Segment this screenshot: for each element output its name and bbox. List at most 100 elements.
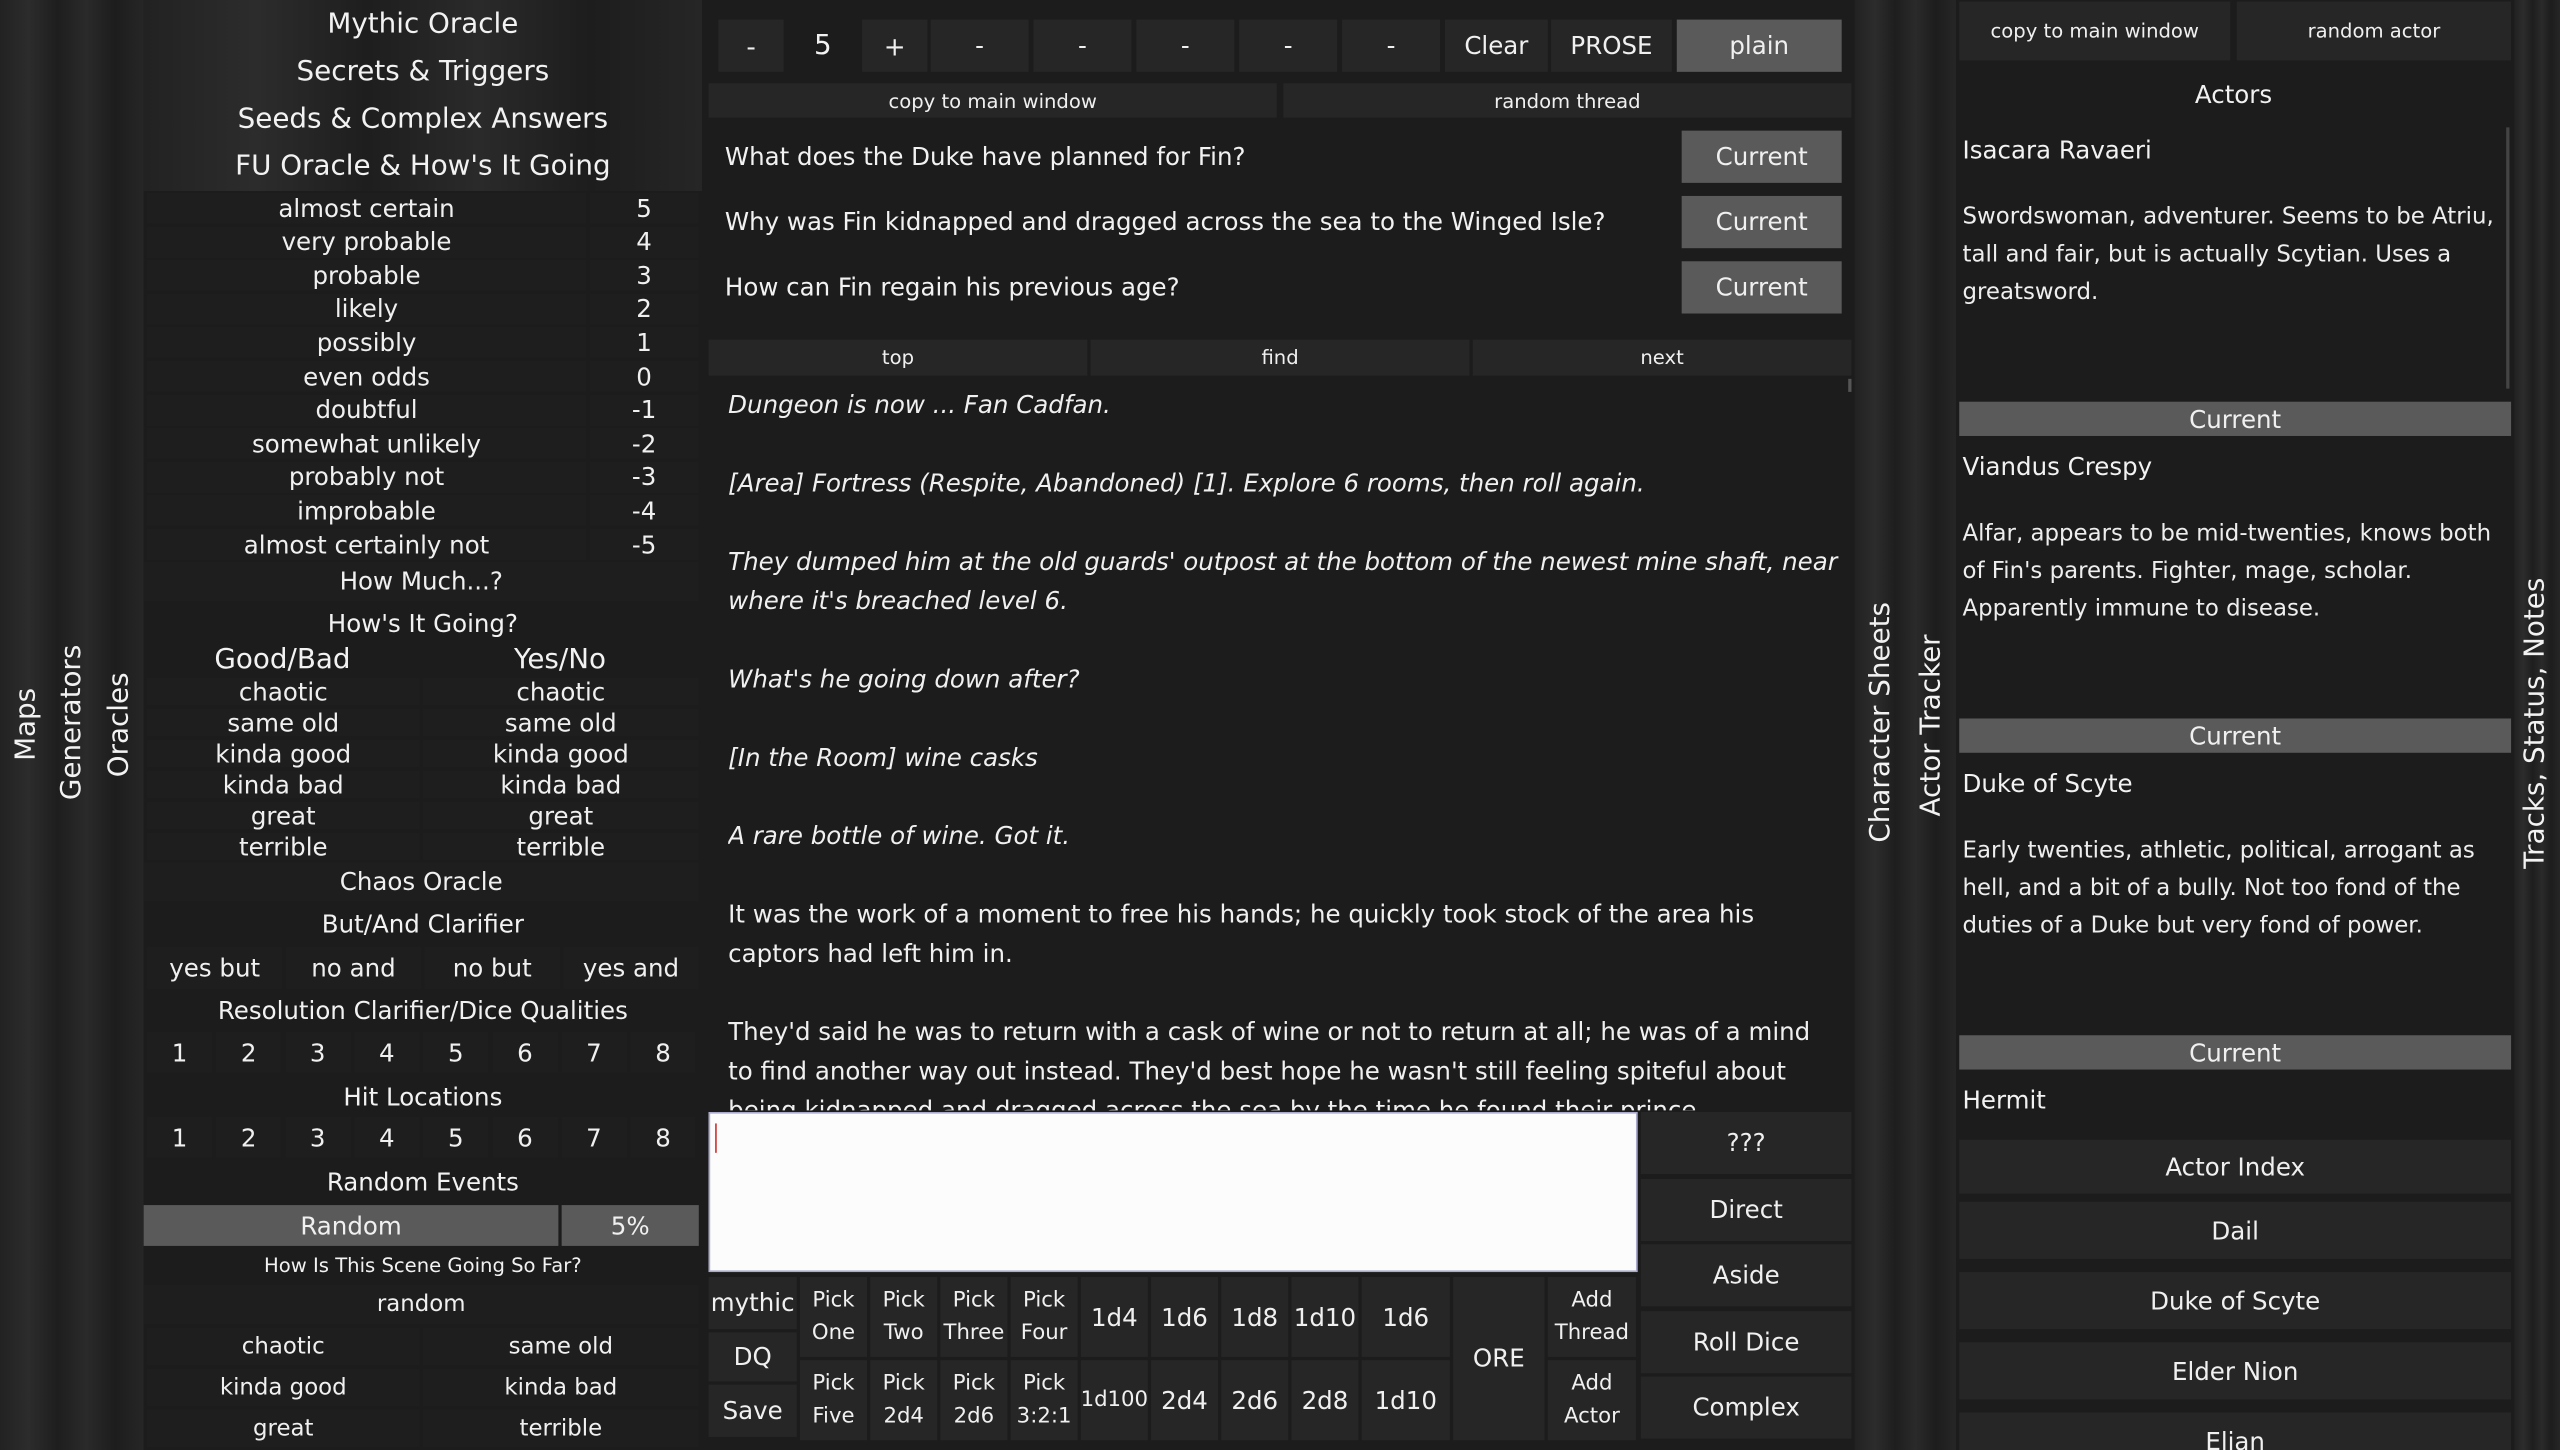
odds-label[interactable]: probable <box>146 259 587 291</box>
dice-1d8-button[interactable]: 1d8 <box>1221 1276 1289 1357</box>
clear-button[interactable]: Clear <box>1444 19 1548 72</box>
odds-label[interactable]: almost certainly not <box>146 529 587 561</box>
hit-location-number[interactable]: 8 <box>630 1116 696 1158</box>
menu-secrets-triggers[interactable]: Secrets & Triggers <box>144 51 702 93</box>
dice-1d10-button[interactable]: 1d10 <box>1291 1276 1359 1357</box>
good-bad-option[interactable]: same old <box>146 708 420 737</box>
yes-no-option[interactable]: kinda good <box>422 739 699 768</box>
scene-option[interactable]: great <box>146 1409 420 1447</box>
dice-1d10-button[interactable]: 1d10 <box>1361 1360 1450 1441</box>
odds-label[interactable]: very probable <box>146 226 587 258</box>
dice-2d6-button[interactable]: 2d6 <box>1221 1360 1289 1441</box>
aside-button[interactable]: Aside <box>1640 1244 1852 1307</box>
yes-no-option[interactable]: kinda bad <box>422 770 699 799</box>
yes-no-option[interactable]: same old <box>422 708 699 737</box>
plain-button[interactable]: plain <box>1676 19 1842 72</box>
story-log[interactable]: Dungeon is now ... Fan Cadfan. [Area] For… <box>728 385 1838 1110</box>
ore-button[interactable]: ORE <box>1453 1276 1545 1441</box>
find-button[interactable]: find <box>1090 339 1470 376</box>
tab-tracks-status-notes[interactable]: Tracks, Status, Notes <box>2519 578 2552 869</box>
pick-one-button[interactable]: Pick One <box>800 1276 867 1357</box>
dash-button-1[interactable]: - <box>930 19 1029 72</box>
tab-maps[interactable]: Maps <box>10 688 43 761</box>
dice-2d4-button[interactable]: 2d4 <box>1151 1360 1218 1441</box>
actor-index-button[interactable]: Actor Index <box>1959 1139 2512 1194</box>
but-and-option[interactable]: yes but <box>146 947 283 990</box>
dash-button-3[interactable]: - <box>1136 19 1235 72</box>
hit-location-number[interactable]: 6 <box>492 1116 558 1158</box>
hit-location-number[interactable]: 3 <box>285 1116 351 1158</box>
actor-index-item[interactable]: Dail <box>1959 1201 2512 1259</box>
resolution-number[interactable]: 2 <box>216 1031 282 1073</box>
resolution-number[interactable]: 1 <box>146 1031 213 1073</box>
actor-index-item[interactable]: Elian <box>1959 1412 2512 1450</box>
good-bad-option[interactable]: kinda bad <box>146 770 420 799</box>
scene-option[interactable]: same old <box>422 1327 699 1366</box>
hit-location-number[interactable]: 2 <box>216 1116 282 1158</box>
hit-location-number[interactable]: 1 <box>146 1116 213 1158</box>
actor-current-button[interactable]: Current <box>1959 401 2512 436</box>
yes-no-option[interactable]: terrible <box>422 832 699 861</box>
tab-generators[interactable]: Generators <box>56 645 89 800</box>
chaos-oracle-button[interactable]: Chaos Oracle <box>143 862 699 902</box>
copy-thread-button[interactable]: copy to main window <box>708 83 1277 118</box>
random-thread-button[interactable]: random thread <box>1283 83 1852 118</box>
prose-button[interactable]: PROSE <box>1551 19 1672 72</box>
menu-fu-oracle[interactable]: FU Oracle & How's It Going <box>144 145 702 187</box>
direct-button[interactable]: Direct <box>1640 1178 1852 1241</box>
actor-current-button[interactable]: Current <box>1959 718 2512 753</box>
copy-actor-button[interactable]: copy to main window <box>1959 1 2231 61</box>
mythic-button[interactable]: mythic <box>708 1276 797 1330</box>
pick-five-button[interactable]: Pick Five <box>800 1360 867 1441</box>
decrement-button[interactable]: - <box>718 19 784 72</box>
pick-two-button[interactable]: Pick Two <box>870 1276 938 1357</box>
resolution-number[interactable]: 8 <box>630 1031 696 1073</box>
roll-dice-button[interactable]: Roll Dice <box>1640 1310 1852 1373</box>
odds-label[interactable]: likely <box>146 293 587 325</box>
odds-label[interactable]: improbable <box>146 495 587 527</box>
resolution-number[interactable]: 3 <box>285 1031 351 1073</box>
next-button[interactable]: next <box>1472 339 1852 376</box>
resolution-number[interactable]: 7 <box>561 1031 627 1073</box>
resolution-number[interactable]: 4 <box>354 1031 420 1073</box>
but-and-option[interactable]: no and <box>285 947 422 990</box>
pick-2d6-button[interactable]: Pick 2d6 <box>940 1360 1008 1441</box>
odds-label[interactable]: possibly <box>146 327 587 359</box>
odds-label[interactable]: somewhat unlikely <box>146 428 587 460</box>
random-event-percent[interactable]: 5% <box>561 1205 699 1246</box>
actor-index-item[interactable]: Elder Nion <box>1959 1342 2512 1400</box>
odds-label[interactable]: probably not <box>146 461 587 493</box>
tab-oracles[interactable]: Oracles <box>103 672 136 777</box>
dice-1d4-button[interactable]: 1d4 <box>1080 1276 1148 1357</box>
dq-button[interactable]: DQ <box>708 1332 797 1382</box>
good-bad-option[interactable]: terrible <box>146 832 420 861</box>
actor-current-button[interactable]: Current <box>1959 1035 2512 1070</box>
odds-label[interactable]: even odds <box>146 360 587 392</box>
tab-actor-tracker[interactable]: Actor Tracker <box>1915 634 1948 816</box>
entry-input[interactable] <box>708 1112 1638 1273</box>
thread-current-button[interactable]: Current <box>1681 130 1842 183</box>
good-bad-option[interactable]: great <box>146 801 420 830</box>
scene-random-button[interactable]: random <box>143 1285 699 1325</box>
resolution-number[interactable]: 5 <box>423 1031 489 1073</box>
scene-option[interactable]: chaotic <box>146 1327 420 1366</box>
dice-2d8-button[interactable]: 2d8 <box>1291 1360 1359 1441</box>
dash-button-2[interactable]: - <box>1033 19 1132 72</box>
scene-option[interactable]: terrible <box>422 1409 699 1447</box>
menu-mythic-oracle[interactable]: Mythic Oracle <box>144 3 702 45</box>
actor-scrollbar[interactable] <box>2506 127 2510 389</box>
dice-1d6-button[interactable]: 1d6 <box>1151 1276 1218 1357</box>
good-bad-option[interactable]: kinda good <box>146 739 420 768</box>
pick-three-button[interactable]: Pick Three <box>940 1276 1008 1357</box>
yes-no-option[interactable]: chaotic <box>422 677 699 706</box>
scene-option[interactable]: kinda good <box>146 1368 420 1406</box>
scene-option[interactable]: kinda bad <box>422 1368 699 1406</box>
save-button[interactable]: Save <box>708 1384 797 1437</box>
add-thread-button[interactable]: Add Thread <box>1547 1276 1636 1357</box>
top-button[interactable]: top <box>708 339 1088 376</box>
thread-current-button[interactable]: Current <box>1681 261 1842 314</box>
pick-four-button[interactable]: Pick Four <box>1010 1276 1078 1357</box>
odds-label[interactable]: doubtful <box>146 394 587 426</box>
story-scrollbar[interactable] <box>1848 378 1852 392</box>
but-and-option[interactable]: no but <box>424 947 561 990</box>
